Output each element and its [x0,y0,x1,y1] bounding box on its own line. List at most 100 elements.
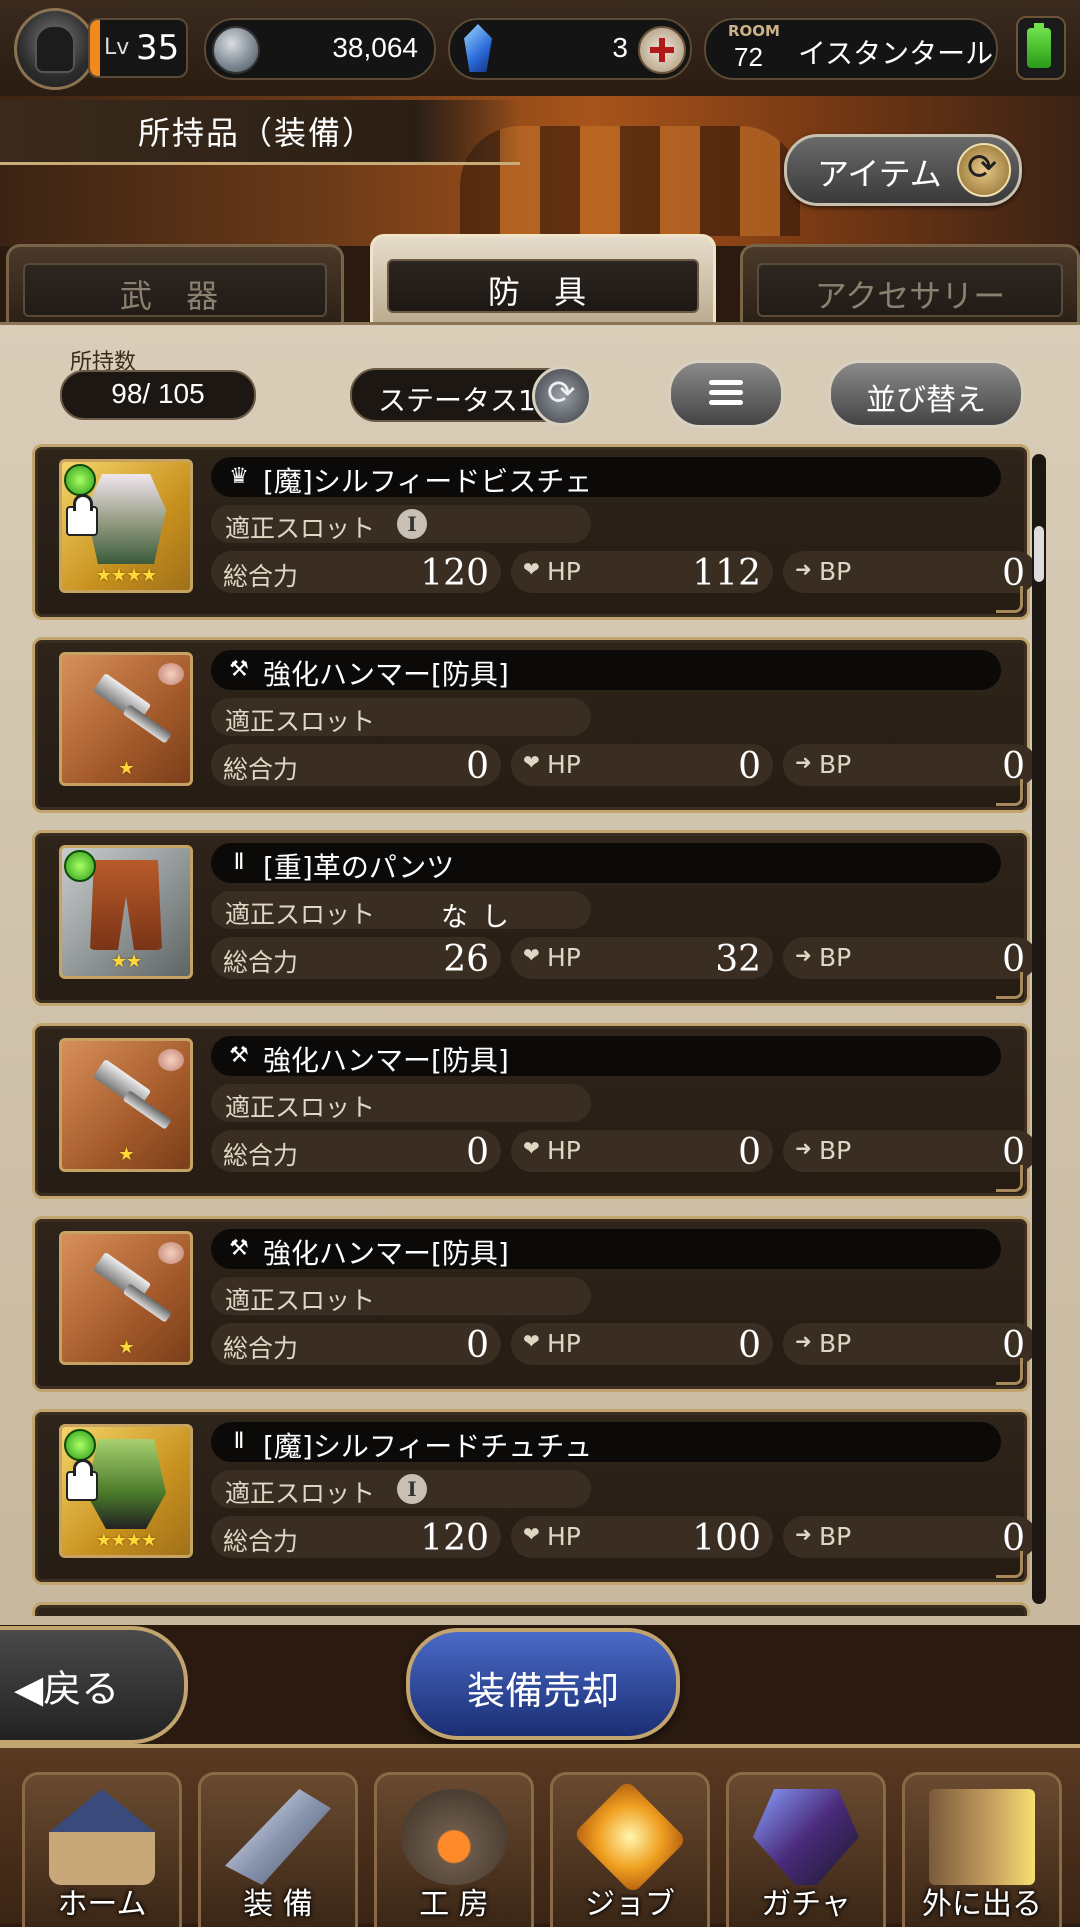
equipment-row[interactable]: ★ ⚒ 強化ハンマー[防具] 適正スロット 総合力 0 ❤ HP 0 ➜ BP … [32,637,1032,813]
nav-job[interactable]: ジョブ [550,1772,710,1927]
hp-label: HP [547,1329,581,1358]
sell-equipment-button[interactable]: 装備売却 [406,1628,680,1740]
nav-go-outside[interactable]: 外に出る [902,1772,1062,1927]
heart-icon: ❤ [523,1522,540,1546]
rarity-stars: ★ [118,758,134,779]
hp-stat: ❤ HP 100 [511,1516,773,1559]
category-tabs: 武 器 防 具 アクセサリー [0,232,1080,329]
hp-value: 0 [738,1132,761,1173]
equipment-name: [魔]シルフィードビスチェ [263,465,593,498]
equipment-row[interactable]: ★ ⚒ 強化ハンマー[防具] 適正スロット 総合力 0 ❤ HP 0 ➜ BP … [32,1216,1032,1392]
rarity-stars: ★ [118,1144,134,1165]
status-bar: Lv 35 38,064 3 ROOM 72 イスタンタール [0,0,1080,99]
bp-label: BP [819,557,852,586]
level-value: 35 [136,28,180,68]
slot-bar: 適正スロット [211,1084,591,1122]
tab-armor[interactable]: 防 具 [370,234,716,329]
hp-label: HP [547,1136,581,1165]
scroll-thumb[interactable] [1034,526,1044,582]
room-number: 72 [734,42,763,72]
nav-home[interactable]: ホーム [22,1772,182,1927]
hp-label: HP [547,943,581,972]
bp-label: BP [819,1522,852,1551]
list-scrollbar[interactable] [1032,454,1046,1604]
player-avatar[interactable] [14,8,96,90]
level-label: Lv [104,35,130,60]
skirt-icon [86,1439,166,1529]
equipment-thumbnail[interactable]: ★ [59,1231,193,1365]
tab-accessories[interactable]: アクセサリー [740,244,1080,327]
slot-label: 適正スロット [225,707,376,736]
nav-equipment[interactable]: 装 備 [198,1772,358,1927]
battery-icon [1016,16,1066,80]
hammer-icon [86,667,166,757]
add-crystal-button[interactable] [638,26,686,74]
equipment-row[interactable]: ★★★★ Ⅱ [魔]シルフィードチュチュ 適正スロット I 総合力 120 ❤ … [32,1409,1032,1585]
nav-workshop[interactable]: 工 房 [374,1772,534,1927]
bp-arrow-icon: ➜ [795,943,812,967]
slot-bar: 適正スロット [211,698,591,736]
equipment-name-bar: Ⅱ [重]革のパンツ [211,843,1001,884]
nav-gacha[interactable]: ガチャ [726,1772,886,1927]
hp-value: 112 [692,553,761,594]
power-value: 120 [420,1518,489,1559]
equipment-thumbnail[interactable]: ★★★★ [59,459,193,593]
lock-icon [66,494,98,536]
rarity-stars: ★★ [110,951,142,972]
level-badge: Lv 35 [88,18,188,78]
armor-icon: ♛ [229,464,249,489]
power-stat: 総合力 0 [211,744,501,787]
equipment-name: 強化ハンマー[防具] [263,658,509,691]
equipment-row[interactable] [32,1602,1030,1616]
equipment-thumbnail[interactable]: ★ [59,1038,193,1172]
filter-menu-button[interactable] [668,360,784,428]
bp-stat: ➜ BP 0 [783,1130,1032,1173]
back-button-label: ◀戻る [14,1667,120,1711]
tab-weapons[interactable]: 武 器 [6,244,344,327]
power-stat: 総合力 26 [211,937,501,980]
status-toggle-button[interactable]: ステータス1 [350,366,592,426]
rarity-stars: ★ [118,1337,134,1358]
armor-icon [86,474,166,564]
pants-icon [90,860,162,950]
house-icon [49,1789,155,1885]
bp-arrow-icon: ➜ [795,1329,812,1353]
heart-icon: ❤ [523,943,540,967]
power-value: 0 [466,1325,489,1366]
power-stat: 総合力 120 [211,551,501,594]
hp-stat: ❤ HP 32 [511,937,773,980]
crystal-icon [464,24,492,72]
hp-label: HP [547,1522,581,1551]
ornament-corner [996,586,1023,613]
equipment-thumbnail[interactable]: ★ [59,652,193,786]
slot-roman-badge: I [397,1474,427,1504]
back-button[interactable]: ◀戻る [0,1626,188,1744]
equipment-list[interactable]: ★★★★ ♛ [魔]シルフィードビスチェ 適正スロット I 総合力 120 ❤ … [32,444,1032,1616]
equipment-name-bar: ⚒ 強化ハンマー[防具] [211,650,1001,691]
equipment-row[interactable]: ★★ Ⅱ [重]革のパンツ 適正スロット なし 総合力 26 ❤ HP 32 ➜ [32,830,1032,1006]
equipment-row[interactable]: ★ ⚒ 強化ハンマー[防具] 適正スロット 総合力 0 ❤ HP 0 ➜ BP … [32,1023,1032,1199]
power-stat: 総合力 0 [211,1323,501,1366]
bp-label: BP [819,1329,852,1358]
gil-value: 38,064 [332,32,418,63]
room-indicator[interactable]: ROOM 72 イスタンタール [704,18,998,80]
equipment-thumbnail[interactable]: ★★ [59,845,193,979]
gil-counter: 38,064 [204,18,436,80]
equipment-thumbnail[interactable]: ★★★★ [59,1424,193,1558]
power-value: 120 [420,553,489,594]
heart-icon: ❤ [523,750,540,774]
equipment-name-bar: ♛ [魔]シルフィードビスチェ [211,457,1001,498]
slot-bar: 適正スロット なし [211,891,591,933]
equipment-row[interactable]: ★★★★ ♛ [魔]シルフィードビスチェ 適正スロット I 総合力 120 ❤ … [32,444,1032,620]
item-switch-button[interactable]: アイテム [784,134,1022,206]
nav-label: ホーム [57,1887,147,1922]
heart-icon: ❤ [523,557,540,581]
hammer-icon [86,1053,166,1143]
equipment-name-bar: ⚒ 強化ハンマー[防具] [211,1229,1001,1270]
slot-label: 適正スロット [225,1286,376,1315]
ornament-corner [996,779,1023,806]
ornament-corner [996,1165,1023,1192]
sort-button[interactable]: 並び替え [828,360,1024,428]
nav-label: 工 房 [419,1887,489,1922]
hp-value: 0 [738,1325,761,1366]
